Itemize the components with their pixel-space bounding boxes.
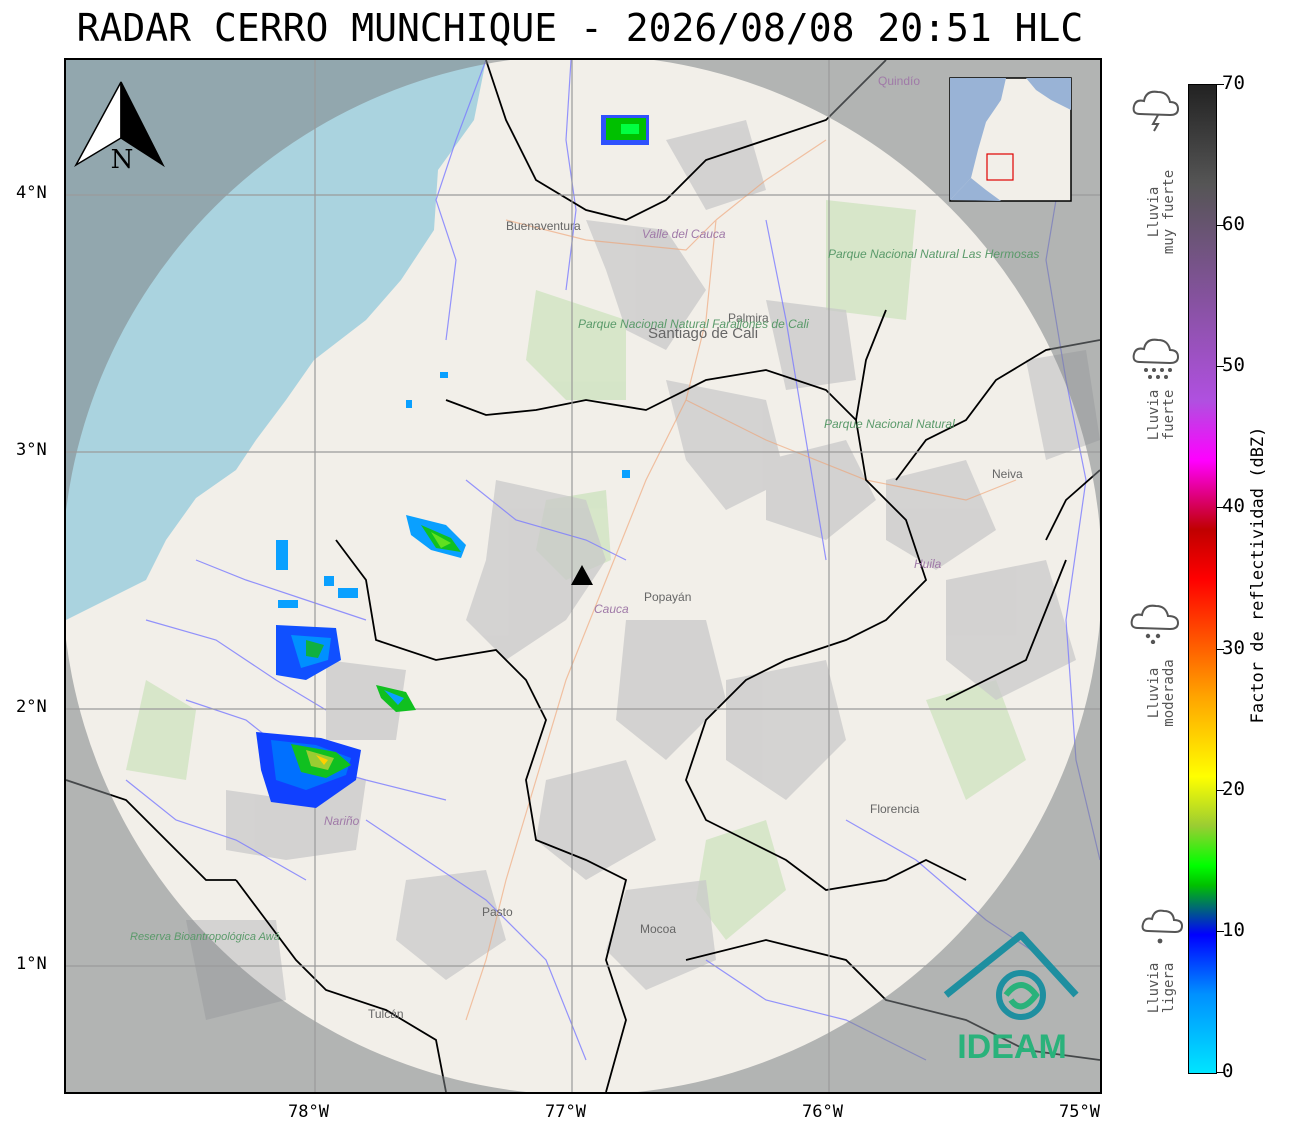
lon-tick-76w: 76°W <box>802 1102 843 1122</box>
light-rain-cloud-icon <box>1141 909 1184 944</box>
place-label-farallones: Parque Nacional Natural Farallones de Ca… <box>578 317 809 331</box>
rain-label-moderada: Lluvia moderada <box>1146 659 1177 727</box>
colorbar-tick-label: 70 <box>1222 72 1245 94</box>
place-label-florencia: Florencia <box>870 802 920 816</box>
lon-tick-75w: 75°W <box>1059 1102 1100 1122</box>
lat-tick-2n: 2°N <box>16 697 47 717</box>
colorbar-tick-label: 40 <box>1222 495 1245 518</box>
rain-label-fuerte: Lluvia fuerte <box>1146 389 1177 441</box>
radar-map[interactable]: Buenaventura Valle del Cauca Palmira San… <box>64 58 1102 1094</box>
moderate-rain-cloud-icon <box>1130 604 1180 644</box>
north-arrow-label: N <box>111 145 134 175</box>
lat-tick-3n: 3°N <box>16 440 47 460</box>
storm-cloud-icon <box>1132 90 1180 132</box>
place-label-pasto: Pasto <box>482 905 513 919</box>
rain-label-ligera: Lluvia ligera <box>1146 962 1177 1014</box>
colorbar-tick-label: 10 <box>1222 918 1245 941</box>
inset-locator-map <box>949 77 1072 202</box>
place-label-hermosas: Parque Nacional Natural Las Hermosas <box>828 247 1039 261</box>
map-canvas: Buenaventura Valle del Cauca Palmira San… <box>66 60 1100 1092</box>
colorbar-tick-label: 0 <box>1222 1060 1234 1082</box>
place-label-popayan: Popayán <box>644 590 691 604</box>
place-label-tulcan: Tulcán <box>368 1007 404 1021</box>
colorbar-tick-label: 60 <box>1222 213 1245 236</box>
lat-tick-4n: 4°N <box>16 183 47 203</box>
place-label-mocoa: Mocoa <box>640 922 676 936</box>
lon-tick-77w: 77°W <box>545 1102 586 1122</box>
colorbar-tick-label: 20 <box>1222 777 1245 800</box>
colorbar-axis-label: Factor de reflectividad (dBZ) <box>1248 426 1268 724</box>
rain-label-muy-fuerte: Lluvia muy fuerte <box>1146 169 1177 255</box>
chart-title: RADAR CERRO MUNCHIQUE - 2026/08/08 20:51… <box>76 6 1084 50</box>
place-label-cauca: Cauca <box>594 602 629 616</box>
place-label-buenaventura: Buenaventura <box>506 219 581 233</box>
ideam-brand-text: IDEAM <box>957 1028 1067 1066</box>
place-label-neiva: Neiva <box>992 467 1023 481</box>
lat-tick-1n: 1°N <box>16 954 47 974</box>
place-label-valle: Valle del Cauca <box>642 227 726 241</box>
place-label-huila: Huila <box>914 557 942 571</box>
place-label-pnn: Parque Nacional Natural <box>824 417 955 431</box>
colorbar-tick-label: 50 <box>1222 354 1245 377</box>
place-label-awa: Reserva Bioantropológica Awá <box>130 931 280 943</box>
heavy-rain-cloud-icon <box>1132 338 1180 379</box>
lon-tick-78w: 78°W <box>288 1102 329 1122</box>
echo-cell-north <box>601 115 649 145</box>
place-label-quindio: Quindío <box>878 74 920 88</box>
place-label-narino: Nariño <box>324 814 360 828</box>
colorbar-tick-label: 30 <box>1222 636 1245 659</box>
reflectivity-colorbar <box>1188 84 1217 1074</box>
